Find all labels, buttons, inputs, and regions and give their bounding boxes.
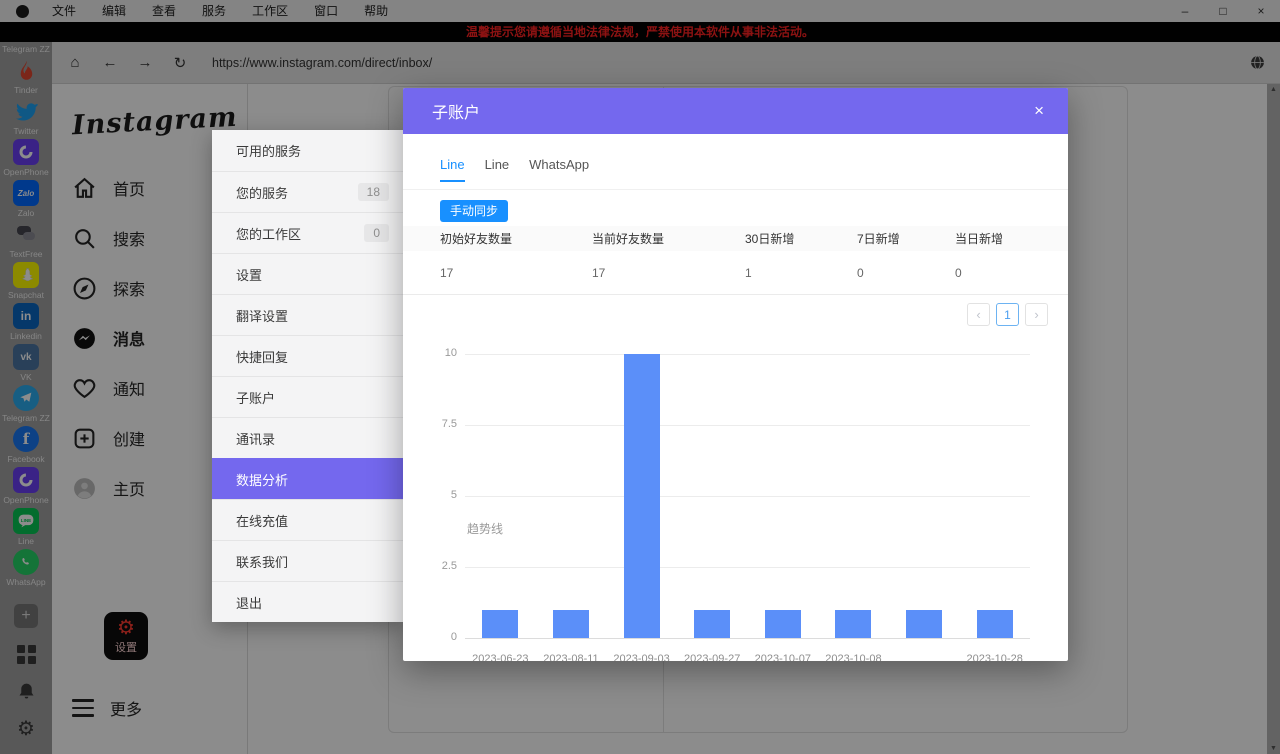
y-axis-tick: 10	[403, 347, 457, 359]
dropdown-item-label: 数据分析	[236, 470, 288, 489]
tabs-divider	[403, 189, 1068, 190]
dropdown-item-online-recharge[interactable]: 在线充值	[212, 499, 403, 540]
bar	[553, 610, 589, 638]
modal-tabs: Line Line WhatsApp	[440, 157, 609, 182]
gridline	[465, 638, 1030, 639]
bar	[977, 610, 1013, 638]
close-icon[interactable]: ×	[1034, 101, 1044, 121]
bar	[624, 354, 660, 638]
page-1-button[interactable]: 1	[996, 303, 1019, 326]
dropdown-item-contact-us[interactable]: 联系我们	[212, 540, 403, 581]
bar	[835, 610, 871, 638]
x-axis-tick: 2023-10-08	[815, 653, 891, 661]
bar	[765, 610, 801, 638]
bar	[482, 610, 518, 638]
y-axis-tick: 5	[403, 489, 457, 501]
gridline	[465, 496, 1030, 497]
prev-page-button[interactable]: ‹	[967, 303, 990, 326]
dropdown-item-label: 设置	[236, 265, 262, 284]
table-cell: 17	[440, 266, 592, 280]
gridline	[465, 425, 1030, 426]
y-axis-tick: 0	[403, 631, 457, 643]
count-badge: 18	[358, 183, 389, 201]
tab-line-1[interactable]: Line	[440, 157, 465, 182]
x-axis-tick: 2023-10-28	[957, 653, 1033, 661]
table-header: 7日新增	[857, 230, 955, 247]
table-header: 30日新增	[745, 230, 857, 247]
tab-whatsapp[interactable]: WhatsApp	[529, 157, 589, 182]
dropdown-item-available-services[interactable]: 可用的服务	[212, 130, 403, 171]
trend-line-label: 趋势线	[467, 520, 503, 537]
dropdown-item-translation-settings[interactable]: 翻译设置	[212, 294, 403, 335]
dropdown-item-label: 您的服务	[236, 183, 288, 202]
table-header-row: 初始好友数量 当前好友数量 30日新增 7日新增 当日新增	[403, 226, 1068, 251]
table-header: 当前好友数量	[592, 230, 745, 247]
modal-title: 子账户	[432, 99, 480, 123]
y-axis-tick: 2.5	[403, 560, 457, 572]
dropdown-item-label: 翻译设置	[236, 306, 288, 325]
x-axis-tick: 2023-09-03	[604, 653, 680, 661]
sub-account-modal: 子账户 × Line Line WhatsApp 手动同步 初始好友数量 当前好…	[403, 88, 1068, 661]
count-badge: 0	[364, 224, 389, 242]
table-cell: 1	[745, 266, 857, 280]
x-axis-tick: 2023-09-27	[674, 653, 750, 661]
pagination: ‹ 1 ›	[967, 303, 1048, 326]
dropdown-item-label: 子账户	[236, 388, 275, 407]
dropdown-item-contacts[interactable]: 通讯录	[212, 417, 403, 458]
table-cell: 0	[857, 266, 955, 280]
x-axis-tick: 2023-06-23	[462, 653, 538, 661]
dropdown-item-label: 您的工作区	[236, 224, 301, 243]
dropdown-item-sub-accounts[interactable]: 子账户	[212, 376, 403, 417]
manual-sync-button[interactable]: 手动同步	[440, 200, 508, 222]
friends-trend-bar-chart: 02.557.5102023-06-232023-08-112023-09-03…	[403, 354, 1068, 638]
dropdown-item-your-services[interactable]: 您的服务 18	[212, 171, 403, 212]
dropdown-item-label: 联系我们	[236, 552, 288, 571]
table-header: 初始好友数量	[440, 230, 592, 247]
dropdown-item-quick-reply[interactable]: 快捷回复	[212, 335, 403, 376]
y-axis-tick: 7.5	[403, 418, 457, 430]
gridline	[465, 567, 1030, 568]
bar	[906, 610, 942, 638]
table-cell: 17	[592, 266, 745, 280]
gridline	[465, 354, 1030, 355]
dropdown-item-settings[interactable]: 设置	[212, 253, 403, 294]
modal-header: 子账户 ×	[403, 88, 1068, 134]
services-dropdown: 可用的服务 您的服务 18 您的工作区 0 设置 翻译设置 快捷回复 子账户 通讯录…	[212, 130, 403, 622]
table-header: 当日新增	[955, 230, 1068, 247]
dropdown-item-logout[interactable]: 退出	[212, 581, 403, 622]
dropdown-item-label: 通讯录	[236, 429, 275, 448]
dropdown-item-data-analysis[interactable]: 数据分析	[212, 458, 403, 499]
bar	[694, 610, 730, 638]
dropdown-item-label: 退出	[236, 593, 262, 612]
table-row: 17 17 1 0 0	[403, 251, 1068, 295]
tab-line-2[interactable]: Line	[485, 157, 510, 182]
x-axis-tick: 2023-08-11	[533, 653, 609, 661]
next-page-button[interactable]: ›	[1025, 303, 1048, 326]
dropdown-item-label: 可用的服务	[236, 141, 301, 160]
table-cell: 0	[955, 266, 1068, 280]
dropdown-item-your-workspace[interactable]: 您的工作区 0	[212, 212, 403, 253]
dropdown-item-label: 快捷回复	[236, 347, 288, 366]
x-axis-tick: 2023-10-07	[745, 653, 821, 661]
dropdown-item-label: 在线充值	[236, 511, 288, 530]
